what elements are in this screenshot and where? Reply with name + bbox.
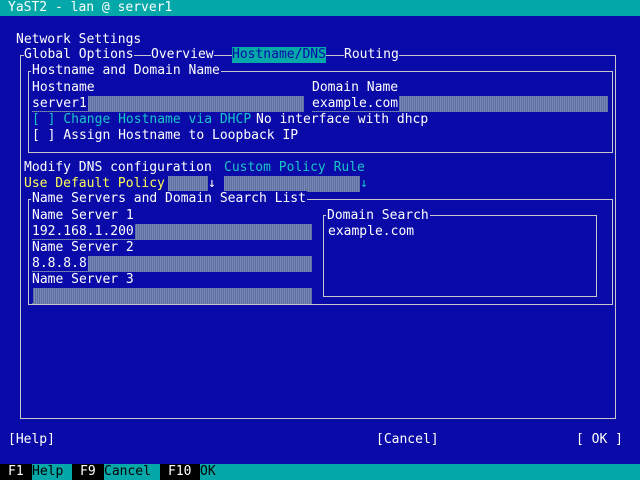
custom-policy-combobox[interactable]: [224, 176, 360, 192]
domain-name-value: example.com: [312, 96, 400, 111]
name-server-3-input[interactable]: [32, 288, 312, 304]
name-server-1-value: 192.168.1.200: [32, 224, 135, 239]
f9-key[interactable]: F9: [72, 464, 104, 480]
hostname-value: server1: [32, 96, 88, 111]
modify-dns-combobox[interactable]: Use Default Policy: [24, 176, 165, 192]
domain-search-item[interactable]: example.com: [328, 224, 414, 240]
name-server-2-value: 8.8.8.8: [32, 256, 88, 271]
name-server-1-label: Name Server 1: [32, 208, 134, 223]
custom-policy-label: Custom Policy Rule: [224, 160, 365, 175]
name-server-2-input[interactable]: 8.8.8.8: [32, 256, 312, 272]
help-button[interactable]: [Help]: [8, 432, 55, 448]
loopback-checkbox-mark: [ ]: [32, 128, 56, 143]
f10-key-label: F10: [168, 464, 192, 479]
domain-search-legend: Domain Search: [326, 208, 430, 224]
dhcp-status-text: No interface with dhcp: [256, 112, 429, 127]
f9-key-label: F9: [80, 464, 96, 479]
tab-global-options[interactable]: Global Options: [24, 47, 134, 63]
modify-dns-chevron-down-icon[interactable]: ↓: [208, 176, 216, 192]
f1-help-label[interactable]: Help: [32, 464, 63, 480]
f1-key-label: F1: [8, 464, 24, 479]
loopback-checkbox-label: Assign Hostname to Loopback IP: [63, 128, 299, 143]
hostname-group-legend: Hostname and Domain Name: [31, 63, 221, 79]
hostname-label: Hostname: [32, 80, 95, 95]
f10-key[interactable]: F10: [160, 464, 200, 480]
window-titlebar: YaST2 - lan @ server1: [0, 0, 640, 16]
domain-name-input[interactable]: example.com: [312, 96, 608, 112]
domain-name-label: Domain Name: [312, 80, 399, 95]
tab-overview[interactable]: Overview: [151, 47, 214, 63]
tab-hostname-dns[interactable]: Hostname/DNS: [232, 47, 326, 63]
dhcp-hostname-checkbox-mark: [ ]: [32, 112, 56, 127]
cancel-button[interactable]: [Cancel]: [376, 432, 439, 448]
modify-dns-label: Modify DNS configuration: [24, 160, 212, 175]
name-server-3-value: [32, 288, 33, 303]
f1-key[interactable]: F1: [0, 464, 32, 480]
ok-button[interactable]: [ OK ]: [576, 432, 623, 448]
modify-dns-value: Use Default Policy: [24, 176, 165, 191]
custom-policy-chevron-down-icon[interactable]: ↓: [360, 176, 368, 192]
nameservers-group-legend: Name Servers and Domain Search List: [31, 191, 307, 207]
hostname-input[interactable]: server1: [32, 96, 304, 112]
name-server-2-label: Name Server 2: [32, 240, 134, 255]
name-server-3-label: Name Server 3: [32, 272, 134, 287]
window-title: YaST2 - lan @ server1: [8, 0, 173, 15]
f9-cancel-label[interactable]: Cancel: [104, 464, 151, 480]
loopback-checkbox[interactable]: [ ] Assign Hostname to Loopback IP: [32, 128, 298, 144]
tab-routing[interactable]: Routing: [344, 47, 399, 63]
name-server-1-input[interactable]: 192.168.1.200: [32, 224, 312, 240]
f10-ok-label[interactable]: OK: [200, 464, 216, 480]
page-title: Network Settings: [16, 32, 142, 47]
dhcp-hostname-checkbox-label: Change Hostname via DHCP: [63, 112, 252, 127]
dhcp-hostname-checkbox[interactable]: [ ] Change Hostname via DHCP: [32, 112, 251, 128]
modify-dns-combobox-fill: [168, 176, 208, 192]
